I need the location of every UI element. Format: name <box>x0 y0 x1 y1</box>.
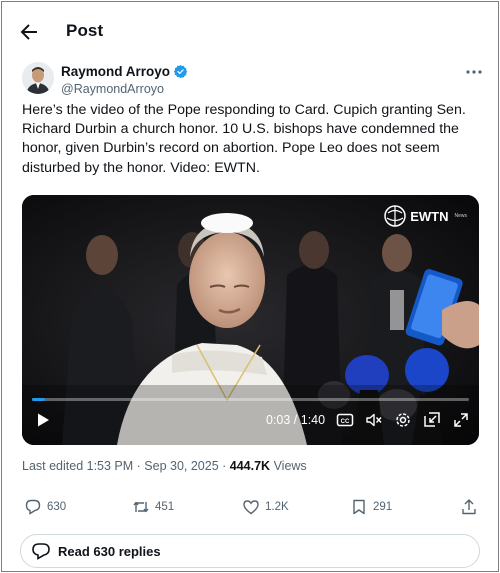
settings-gear-icon[interactable] <box>394 411 412 429</box>
author-name-row[interactable]: Raymond Arroyo <box>61 64 188 79</box>
svg-text:CC: CC <box>341 419 350 425</box>
fullscreen-icon[interactable] <box>452 411 470 429</box>
ewtn-globe-icon <box>384 205 406 227</box>
repost-icon <box>133 501 149 513</box>
edited-timestamp[interactable]: Last edited 1:53 PM · Sep 30, 2025 · <box>22 459 230 473</box>
repost-count: 451 <box>155 501 175 513</box>
share-button[interactable] <box>460 498 478 516</box>
back-arrow-icon[interactable] <box>17 20 41 44</box>
video-frame-image <box>22 195 479 445</box>
more-options-icon[interactable] <box>464 62 484 82</box>
play-icon[interactable] <box>35 412 51 428</box>
avatar[interactable] <box>22 62 54 94</box>
author-name[interactable]: Raymond Arroyo <box>61 64 170 79</box>
page-header: Post <box>2 2 498 62</box>
bookmark-button[interactable]: 291 <box>350 498 392 516</box>
video-player[interactable]: EWTN News 0:03 / 1:40 CC <box>22 195 479 445</box>
video-progress-fill <box>32 398 46 401</box>
mute-icon[interactable] <box>365 411 383 429</box>
reply-button[interactable]: 630 <box>24 498 66 516</box>
video-controls: 0:03 / 1:40 CC <box>22 409 479 431</box>
share-icon <box>462 499 476 515</box>
bookmark-count: 291 <box>373 501 393 513</box>
views-count: 444.7K <box>229 459 271 473</box>
author-handle[interactable]: @RaymondArroyo <box>61 82 164 96</box>
views-label: Views <box>270 459 307 473</box>
heart-icon <box>243 500 259 515</box>
post-text: Here’s the video of the Pope responding … <box>22 102 466 176</box>
like-count: 1.2K <box>265 501 289 513</box>
read-replies-button[interactable]: Read 630 replies <box>20 534 480 568</box>
captions-icon[interactable]: CC <box>336 411 354 429</box>
video-time: 0:03 / 1:40 <box>266 413 326 427</box>
bookmark-icon <box>353 499 365 515</box>
ewtn-brand: EWTN <box>410 208 449 224</box>
read-replies-label: Read 630 replies <box>58 543 161 559</box>
repost-button[interactable]: 451 <box>132 498 174 516</box>
picture-in-picture-icon[interactable] <box>423 411 441 429</box>
like-button[interactable]: 1.2K <box>242 498 289 516</box>
action-bar: 630 451 1.2K 291 <box>2 498 498 522</box>
page-title: Post <box>66 21 104 40</box>
post-meta: Last edited 1:53 PM · Sep 30, 2025 · 444… <box>22 459 307 473</box>
video-progress-bar[interactable] <box>32 398 469 401</box>
verified-badge-icon <box>173 64 188 79</box>
post-page: Post Raymond Arroyo @RaymondArroyo Here’… <box>1 1 499 572</box>
reply-count: 630 <box>47 501 67 513</box>
speech-bubble-icon <box>32 543 50 560</box>
ewtn-news-label: News <box>454 213 467 219</box>
reply-icon <box>25 499 41 515</box>
ewtn-watermark: EWTN News <box>384 205 467 227</box>
